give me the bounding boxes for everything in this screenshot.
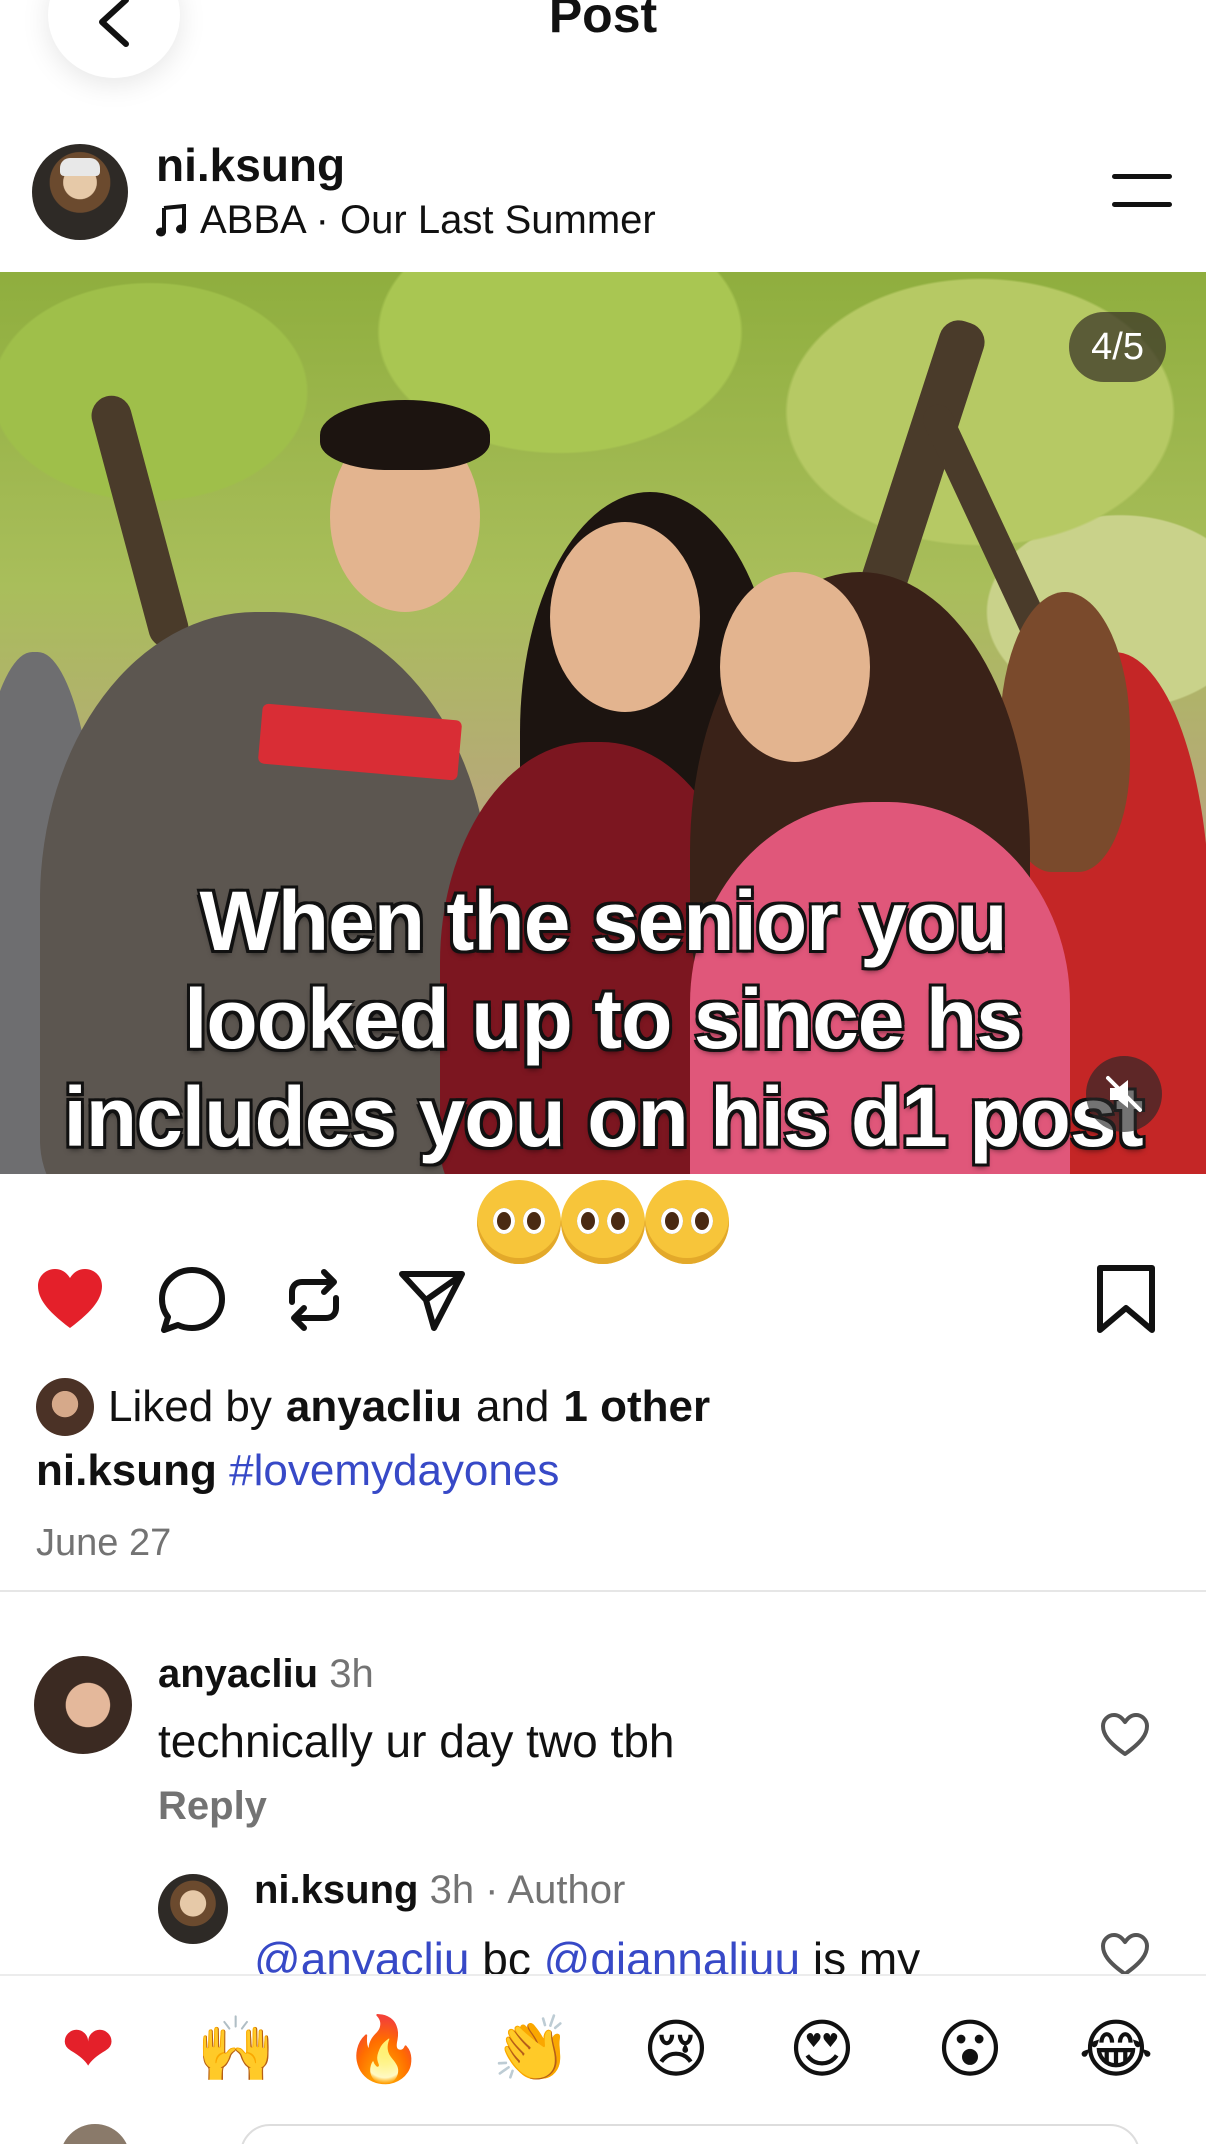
reaction-heart-eyes-icon[interactable]: 😍 bbox=[784, 2012, 860, 2088]
likes-prefix: Liked by bbox=[108, 1382, 272, 1431]
post-date: June 27 bbox=[36, 1522, 172, 1564]
music-label: ABBA · Our Last Summer bbox=[200, 198, 656, 242]
caption-hashtag[interactable]: #lovemydayones bbox=[229, 1446, 559, 1495]
top-bar: Post bbox=[0, 0, 1206, 90]
tree-trunk bbox=[87, 391, 193, 653]
reaction-crying-face-icon[interactable]: 😢 bbox=[638, 2012, 714, 2088]
liker-username[interactable]: anyacliu bbox=[286, 1382, 462, 1432]
page-title: Post bbox=[548, 0, 658, 43]
media-caption-overlay: When the senior you looked up to since h… bbox=[0, 872, 1206, 1166]
comment-username[interactable]: anyacliu bbox=[158, 1652, 318, 1696]
commenter-avatar[interactable] bbox=[158, 1874, 228, 1944]
face bbox=[720, 572, 870, 762]
heart-icon[interactable] bbox=[34, 1264, 106, 1336]
liker-avatar bbox=[36, 1378, 94, 1436]
pleading-emoji-row bbox=[0, 1172, 1206, 1265]
music-note-icon bbox=[156, 203, 186, 236]
reaction-heart-icon[interactable]: ❤ bbox=[50, 2012, 126, 2088]
commenter-avatar[interactable] bbox=[34, 1656, 132, 1754]
caption-line: When the senior you bbox=[199, 874, 1007, 968]
speaker-muted-icon bbox=[1106, 1076, 1142, 1112]
author-username[interactable]: ni.ksung bbox=[156, 138, 345, 192]
share-icon[interactable] bbox=[396, 1264, 468, 1336]
likes-others[interactable]: 1 other bbox=[563, 1382, 710, 1432]
bookmark-icon[interactable] bbox=[1090, 1264, 1162, 1336]
comment-time: 3h bbox=[329, 1652, 374, 1696]
comment-meta: anyacliu 3h bbox=[158, 1652, 374, 1697]
likes-summary[interactable]: Liked by anyacliu and 1 other bbox=[36, 1378, 710, 1436]
reaction-fire-icon[interactable]: 🔥 bbox=[344, 2012, 424, 2088]
pleading-face-icon bbox=[477, 1180, 561, 1265]
reply-button[interactable]: Reply bbox=[158, 1784, 267, 1829]
menu-line-icon bbox=[1112, 202, 1172, 207]
post-photo[interactable]: 4/5 When the senior you looked up to sin… bbox=[0, 272, 1206, 1174]
comment-username[interactable]: ni.ksung bbox=[254, 1868, 418, 1912]
hair bbox=[320, 400, 490, 470]
pleading-face-icon bbox=[645, 1180, 729, 1265]
post-caption: ni.ksung #lovemydayones bbox=[36, 1446, 559, 1496]
comment-meta: ni.ksung 3h · Author bbox=[254, 1868, 625, 1913]
face bbox=[550, 522, 700, 712]
pleading-face-icon bbox=[561, 1180, 645, 1265]
reaction-raised-hands-icon[interactable]: 🙌 bbox=[196, 2012, 276, 2088]
post-actions bbox=[0, 1264, 1206, 1344]
mute-toggle-button[interactable] bbox=[1086, 1056, 1162, 1132]
divider bbox=[0, 1590, 1206, 1592]
reaction-clap-icon[interactable]: 👏 bbox=[492, 2012, 572, 2088]
reaction-laughing-face-icon[interactable]: 😂 bbox=[1078, 2012, 1154, 2088]
quick-reaction-bar: ❤ 🙌 🔥 👏 😢 😍 😮 😂 bbox=[0, 1974, 1206, 2144]
post-header: ni.ksung ABBA · Our Last Summer bbox=[0, 138, 1206, 268]
music-info[interactable]: ABBA · Our Last Summer bbox=[156, 198, 656, 243]
comment-time: 3h · Author bbox=[429, 1868, 626, 1912]
menu-line-icon bbox=[1112, 174, 1172, 179]
comment-input[interactable] bbox=[240, 2124, 1140, 2144]
likes-and: and bbox=[475, 1382, 550, 1431]
reaction-surprised-face-icon[interactable]: 😮 bbox=[932, 2012, 1008, 2088]
more-options-button[interactable] bbox=[1110, 174, 1172, 210]
caption-username[interactable]: ni.ksung bbox=[36, 1446, 217, 1495]
comment-like-icon[interactable] bbox=[1100, 1712, 1150, 1758]
comment-icon[interactable] bbox=[156, 1264, 228, 1336]
caption-line: includes you on his d1 post bbox=[63, 1070, 1143, 1164]
caption-line: looked up to since hs bbox=[184, 972, 1023, 1066]
comment-like-icon[interactable] bbox=[1100, 1932, 1150, 1978]
comment-text: technically ur day two tbh bbox=[158, 1715, 675, 1767]
media-counter-badge: 4/5 bbox=[1069, 312, 1166, 382]
repost-icon[interactable] bbox=[278, 1264, 350, 1336]
author-avatar[interactable] bbox=[32, 144, 128, 240]
